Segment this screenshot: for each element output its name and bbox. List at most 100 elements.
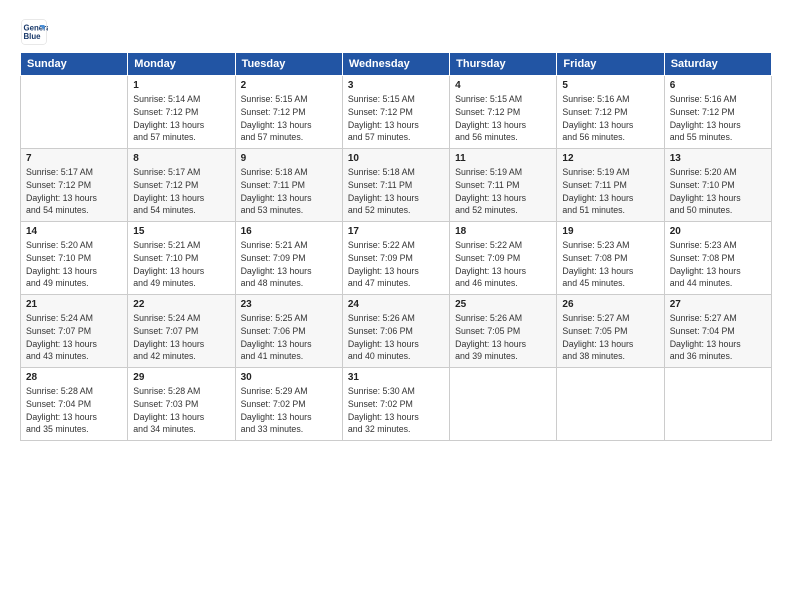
day-number: 11: [455, 153, 551, 164]
calendar-cell: 25Sunrise: 5:26 AMSunset: 7:05 PMDayligh…: [450, 295, 557, 368]
calendar-cell: 17Sunrise: 5:22 AMSunset: 7:09 PMDayligh…: [342, 222, 449, 295]
day-number: 12: [562, 153, 658, 164]
day-info: Sunrise: 5:23 AMSunset: 7:08 PMDaylight:…: [562, 239, 658, 290]
day-number: 3: [348, 80, 444, 91]
day-header-tuesday: Tuesday: [235, 53, 342, 76]
day-number: 7: [26, 153, 122, 164]
logo: General Blue: [20, 18, 52, 46]
day-info: Sunrise: 5:21 AMSunset: 7:09 PMDaylight:…: [241, 239, 337, 290]
calendar-cell: 24Sunrise: 5:26 AMSunset: 7:06 PMDayligh…: [342, 295, 449, 368]
day-header-sunday: Sunday: [21, 53, 128, 76]
day-number: 23: [241, 299, 337, 310]
calendar-cell: 27 Sunrise: 5:27 AMSunset: 7:04 PMDayligh…: [664, 295, 771, 368]
day-info: Sunrise: 5:20 AMSunset: 7:10 PMDaylight:…: [26, 239, 122, 290]
calendar-cell: [450, 368, 557, 441]
svg-text:Blue: Blue: [24, 32, 42, 41]
calendar-header: SundayMondayTuesdayWednesdayThursdayFrid…: [21, 53, 772, 76]
day-number: 19: [562, 226, 658, 237]
day-header-thursday: Thursday: [450, 53, 557, 76]
day-number: 6: [670, 80, 766, 91]
calendar-cell: 29 Sunrise: 5:28 AMSunset: 7:03 PMDayligh…: [128, 368, 235, 441]
day-info: Sunrise: 5:20 AMSunset: 7:10 PMDaylight:…: [670, 166, 766, 217]
day-number: 22: [133, 299, 229, 310]
day-info: Sunrise: 5:15 AMSunset: 7:12 PMDaylight:…: [241, 93, 337, 144]
day-number: 13: [670, 153, 766, 164]
day-number: 9: [241, 153, 337, 164]
week-row-3: 14 Sunrise: 5:20 AMSunset: 7:10 PMDayligh…: [21, 222, 772, 295]
day-info: Sunrise: 5:17 AMSunset: 7:12 PMDaylight:…: [26, 166, 122, 217]
calendar-cell: 7 Sunrise: 5:17 AMSunset: 7:12 PMDaylight…: [21, 149, 128, 222]
calendar-cell: 26 Sunrise: 5:27 AMSunset: 7:05 PMDayligh…: [557, 295, 664, 368]
day-number: 30: [241, 372, 337, 383]
day-info: Sunrise: 5:28 AMSunset: 7:04 PMDaylight:…: [26, 385, 122, 436]
day-number: 4: [455, 80, 551, 91]
day-number: 14: [26, 226, 122, 237]
calendar-cell: 10 Sunrise: 5:18 AMSunset: 7:11 PMDayligh…: [342, 149, 449, 222]
calendar-cell: [557, 368, 664, 441]
week-row-2: 7 Sunrise: 5:17 AMSunset: 7:12 PMDaylight…: [21, 149, 772, 222]
calendar-cell: 23 Sunrise: 5:25 AMSunset: 7:06 PMDayligh…: [235, 295, 342, 368]
day-number: 26: [562, 299, 658, 310]
calendar-cell: 13 Sunrise: 5:20 AMSunset: 7:10 PMDayligh…: [664, 149, 771, 222]
calendar-cell: 22 Sunrise: 5:24 AMSunset: 7:07 PMDayligh…: [128, 295, 235, 368]
day-number: 1: [133, 80, 229, 91]
day-info: Sunrise: 5:22 AMSunset: 7:09 PMDaylight:…: [455, 239, 551, 290]
calendar-cell: 31 Sunrise: 5:30 AMSunset: 7:02 PMDayligh…: [342, 368, 449, 441]
calendar-cell: 20Sunrise: 5:23 AMSunset: 7:08 PMDayligh…: [664, 222, 771, 295]
day-info: Sunrise: 5:27 AMSunset: 7:04 PMDaylight:…: [670, 312, 766, 363]
day-info: Sunrise: 5:24 AMSunset: 7:07 PMDaylight:…: [26, 312, 122, 363]
day-number: 24: [348, 299, 444, 310]
day-number: 31: [348, 372, 444, 383]
calendar-cell: 5 Sunrise: 5:16 AMSunset: 7:12 PMDaylight…: [557, 76, 664, 149]
calendar-cell: 19 Sunrise: 5:23 AMSunset: 7:08 PMDayligh…: [557, 222, 664, 295]
day-number: 2: [241, 80, 337, 91]
calendar-cell: 8Sunrise: 5:17 AMSunset: 7:12 PMDaylight…: [128, 149, 235, 222]
calendar-cell: 30 Sunrise: 5:29 AMSunset: 7:02 PMDayligh…: [235, 368, 342, 441]
day-info: Sunrise: 5:28 AMSunset: 7:03 PMDaylight:…: [133, 385, 229, 436]
day-number: 10: [348, 153, 444, 164]
week-row-4: 21Sunrise: 5:24 AMSunset: 7:07 PMDayligh…: [21, 295, 772, 368]
calendar-cell: 12 Sunrise: 5:19 AMSunset: 7:11 PMDayligh…: [557, 149, 664, 222]
day-header-monday: Monday: [128, 53, 235, 76]
calendar-cell: 4 Sunrise: 5:15 AMSunset: 7:12 PMDaylight…: [450, 76, 557, 149]
day-info: Sunrise: 5:23 AMSunset: 7:08 PMDaylight:…: [670, 239, 766, 290]
day-info: Sunrise: 5:19 AMSunset: 7:11 PMDaylight:…: [562, 166, 658, 217]
day-number: 15: [133, 226, 229, 237]
day-info: Sunrise: 5:15 AMSunset: 7:12 PMDaylight:…: [348, 93, 444, 144]
calendar-cell: 28 Sunrise: 5:28 AMSunset: 7:04 PMDayligh…: [21, 368, 128, 441]
day-info: Sunrise: 5:25 AMSunset: 7:06 PMDaylight:…: [241, 312, 337, 363]
day-number: 5: [562, 80, 658, 91]
day-info: Sunrise: 5:27 AMSunset: 7:05 PMDaylight:…: [562, 312, 658, 363]
calendar-cell: 14 Sunrise: 5:20 AMSunset: 7:10 PMDayligh…: [21, 222, 128, 295]
day-number: 29: [133, 372, 229, 383]
day-number: 8: [133, 153, 229, 164]
week-row-5: 28 Sunrise: 5:28 AMSunset: 7:04 PMDayligh…: [21, 368, 772, 441]
day-header-wednesday: Wednesday: [342, 53, 449, 76]
day-number: 16: [241, 226, 337, 237]
day-info: Sunrise: 5:18 AMSunset: 7:11 PMDaylight:…: [348, 166, 444, 217]
day-info: Sunrise: 5:19 AMSunset: 7:11 PMDaylight:…: [455, 166, 551, 217]
calendar-cell: 21Sunrise: 5:24 AMSunset: 7:07 PMDayligh…: [21, 295, 128, 368]
day-info: Sunrise: 5:29 AMSunset: 7:02 PMDaylight:…: [241, 385, 337, 436]
day-info: Sunrise: 5:30 AMSunset: 7:02 PMDaylight:…: [348, 385, 444, 436]
day-info: Sunrise: 5:21 AMSunset: 7:10 PMDaylight:…: [133, 239, 229, 290]
calendar-cell: 3 Sunrise: 5:15 AMSunset: 7:12 PMDaylight…: [342, 76, 449, 149]
calendar-cell: 18 Sunrise: 5:22 AMSunset: 7:09 PMDayligh…: [450, 222, 557, 295]
day-info: Sunrise: 5:14 AMSunset: 7:12 PMDaylight:…: [133, 93, 229, 144]
day-number: 18: [455, 226, 551, 237]
day-info: Sunrise: 5:15 AMSunset: 7:12 PMDaylight:…: [455, 93, 551, 144]
day-info: Sunrise: 5:16 AMSunset: 7:12 PMDaylight:…: [670, 93, 766, 144]
calendar-cell: 11 Sunrise: 5:19 AMSunset: 7:11 PMDayligh…: [450, 149, 557, 222]
calendar-cell: 6 Sunrise: 5:16 AMSunset: 7:12 PMDaylight…: [664, 76, 771, 149]
calendar-cell: 16 Sunrise: 5:21 AMSunset: 7:09 PMDayligh…: [235, 222, 342, 295]
calendar-cell: [664, 368, 771, 441]
week-row-1: 1 Sunrise: 5:14 AMSunset: 7:12 PMDaylight…: [21, 76, 772, 149]
day-number: 28: [26, 372, 122, 383]
day-info: Sunrise: 5:16 AMSunset: 7:12 PMDaylight:…: [562, 93, 658, 144]
day-info: Sunrise: 5:24 AMSunset: 7:07 PMDaylight:…: [133, 312, 229, 363]
day-header-friday: Friday: [557, 53, 664, 76]
day-info: Sunrise: 5:26 AMSunset: 7:05 PMDaylight:…: [455, 312, 551, 363]
day-header-saturday: Saturday: [664, 53, 771, 76]
calendar-cell: 9Sunrise: 5:18 AMSunset: 7:11 PMDaylight…: [235, 149, 342, 222]
day-number: 27: [670, 299, 766, 310]
